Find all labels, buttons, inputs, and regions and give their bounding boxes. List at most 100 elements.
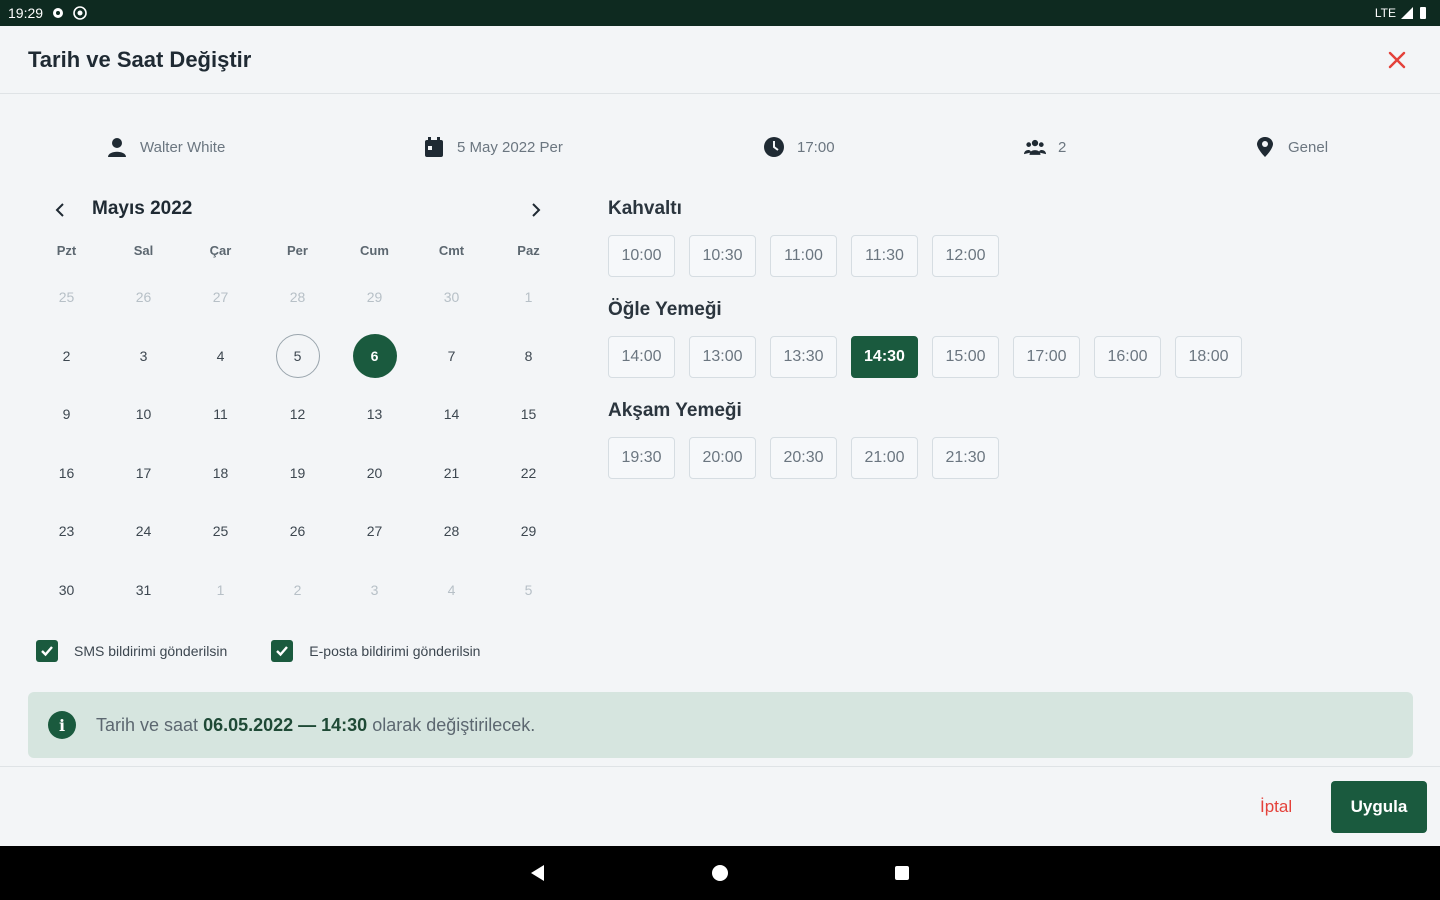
change-summary-banner: i Tarih ve saat 06.05.2022 — 14:30 olara…	[28, 692, 1413, 758]
time-slot[interactable]: 11:30	[851, 235, 918, 277]
guest-name: Walter White	[140, 138, 226, 156]
time-slot[interactable]: 17:00	[1013, 336, 1080, 378]
calendar-day-number: 10	[135, 406, 152, 423]
calendar-day-number: 4	[216, 347, 225, 364]
recents-icon	[895, 866, 909, 880]
status-time: 19:29	[8, 5, 44, 21]
calendar-day-number: 16	[58, 464, 75, 481]
calendar-day-number: 1	[216, 581, 225, 598]
calendar-day-number: 2	[293, 581, 302, 598]
calendar-day[interactable]: 1	[182, 561, 259, 620]
calendar-day[interactable]: 1	[490, 268, 567, 327]
calendar-day[interactable]: 28	[259, 268, 336, 327]
calendar-day[interactable]: 16	[28, 444, 105, 503]
calendar-day-number: 30	[58, 581, 75, 598]
time-slot[interactable]: 20:00	[689, 437, 756, 479]
calendar-day-number: 28	[443, 523, 460, 540]
calendar-day[interactable]: 7	[413, 327, 490, 386]
slot-group: Akşam Yemeği 19:30 20:00 20:30 21:00 21:30	[608, 398, 1408, 479]
calendar-day-number: 14	[443, 406, 460, 423]
calendar-day[interactable]: 27	[182, 268, 259, 327]
time-slot[interactable]: 18:00	[1175, 336, 1242, 378]
weekday-header: Per	[287, 242, 308, 258]
time-slot[interactable]: 19:30	[608, 437, 675, 479]
area-info: Genel	[1254, 128, 1328, 166]
calendar-day[interactable]: 25	[182, 502, 259, 561]
calendar-day-number: 18	[212, 464, 229, 481]
email-notification-checkbox[interactable]: E-posta bildirimi gönderilsin	[271, 640, 480, 662]
close-button[interactable]	[1382, 45, 1412, 75]
time-slot[interactable]: 16:00	[1094, 336, 1161, 378]
calendar-day[interactable]: 30	[28, 561, 105, 620]
calendar-day[interactable]: 9	[28, 385, 105, 444]
time-slot[interactable]: 13:00	[689, 336, 756, 378]
calendar-day[interactable]: 12	[259, 385, 336, 444]
calendar-day[interactable]: 2	[259, 561, 336, 620]
nav-home-button[interactable]	[705, 858, 735, 888]
calendar-day[interactable]: 27	[336, 502, 413, 561]
calendar-day-number: 29	[366, 289, 383, 306]
sms-notification-checkbox[interactable]: SMS bildirimi gönderilsin	[36, 640, 227, 662]
calendar-day[interactable]: 13	[336, 385, 413, 444]
calendar-day[interactable]: 4	[182, 327, 259, 386]
calendar-day-number: 21	[443, 464, 460, 481]
apply-button[interactable]: Uygula	[1331, 781, 1427, 833]
calendar-day[interactable]: 23	[28, 502, 105, 561]
calendar-day[interactable]: 20	[336, 444, 413, 503]
time-slot[interactable]: 12:00	[932, 235, 999, 277]
time-slot[interactable]: 15:00	[932, 336, 999, 378]
calendar-day[interactable]: 8	[490, 327, 567, 386]
back-icon	[531, 865, 544, 881]
calendar-day-today[interactable]: 5	[259, 327, 336, 386]
calendar-day[interactable]: 14	[413, 385, 490, 444]
calendar-day[interactable]: 28	[413, 502, 490, 561]
system-navigation-bar	[0, 846, 1440, 900]
time-slot[interactable]: 13:30	[770, 336, 837, 378]
calendar-day[interactable]: 29	[336, 268, 413, 327]
calendar-day[interactable]: 11	[182, 385, 259, 444]
calendar-day[interactable]: 10	[105, 385, 182, 444]
calendar-day[interactable]: 3	[105, 327, 182, 386]
calendar-day[interactable]: 26	[105, 268, 182, 327]
calendar-day-selected[interactable]: 6	[336, 327, 413, 386]
time-slot[interactable]: 21:30	[932, 437, 999, 479]
calendar-day[interactable]: 22	[490, 444, 567, 503]
calendar-day[interactable]: 3	[336, 561, 413, 620]
calendar-day[interactable]: 26	[259, 502, 336, 561]
calendar-day[interactable]: 15	[490, 385, 567, 444]
calendar-day[interactable]: 29	[490, 502, 567, 561]
calendar-day[interactable]: 30	[413, 268, 490, 327]
cancel-button[interactable]: İptal	[1244, 785, 1308, 829]
calendar-day[interactable]: 2	[28, 327, 105, 386]
time-slot[interactable]: 10:00	[608, 235, 675, 277]
calendar-day[interactable]: 4	[413, 561, 490, 620]
time-slot-selected[interactable]: 14:30	[851, 336, 918, 378]
nav-recents-button[interactable]	[887, 858, 917, 888]
time-slot[interactable]: 11:00	[770, 235, 837, 277]
calendar-day[interactable]: 24	[105, 502, 182, 561]
time-slot[interactable]: 10:30	[689, 235, 756, 277]
previous-month-button[interactable]	[46, 196, 74, 224]
reservation-date: 5 May 2022 Per	[457, 138, 563, 156]
calendar-day-number: 15	[520, 406, 537, 423]
dialog-title: Tarih ve Saat Değiştir	[28, 46, 252, 72]
calendar-day[interactable]: 18	[182, 444, 259, 503]
calendar: Mayıs 2022 Pzt Sal Çar Per Cum Cmt Paz 25 26 27 28…	[28, 190, 568, 598]
calendar-day[interactable]: 5	[490, 561, 567, 620]
next-month-button[interactable]	[522, 196, 550, 224]
dialog-footer: İptal Uygula	[0, 766, 1440, 846]
calendar-day[interactable]: 19	[259, 444, 336, 503]
calendar-day[interactable]: 31	[105, 561, 182, 620]
change-summary-text: Tarih ve saat 06.05.2022 — 14:30 olarak …	[96, 715, 535, 736]
nav-back-button[interactable]	[523, 858, 553, 888]
calendar-day-number: 27	[366, 523, 383, 540]
time-slot[interactable]: 14:00	[608, 336, 675, 378]
checkbox-checked-icon	[36, 640, 58, 662]
summary-highlight: 06.05.2022 — 14:30	[203, 714, 368, 735]
calendar-day[interactable]: 25	[28, 268, 105, 327]
calendar-day[interactable]: 17	[105, 444, 182, 503]
time-slot[interactable]: 20:30	[770, 437, 837, 479]
calendar-day[interactable]: 21	[413, 444, 490, 503]
calendar-day-number: 3	[139, 347, 148, 364]
time-slot[interactable]: 21:00	[851, 437, 918, 479]
